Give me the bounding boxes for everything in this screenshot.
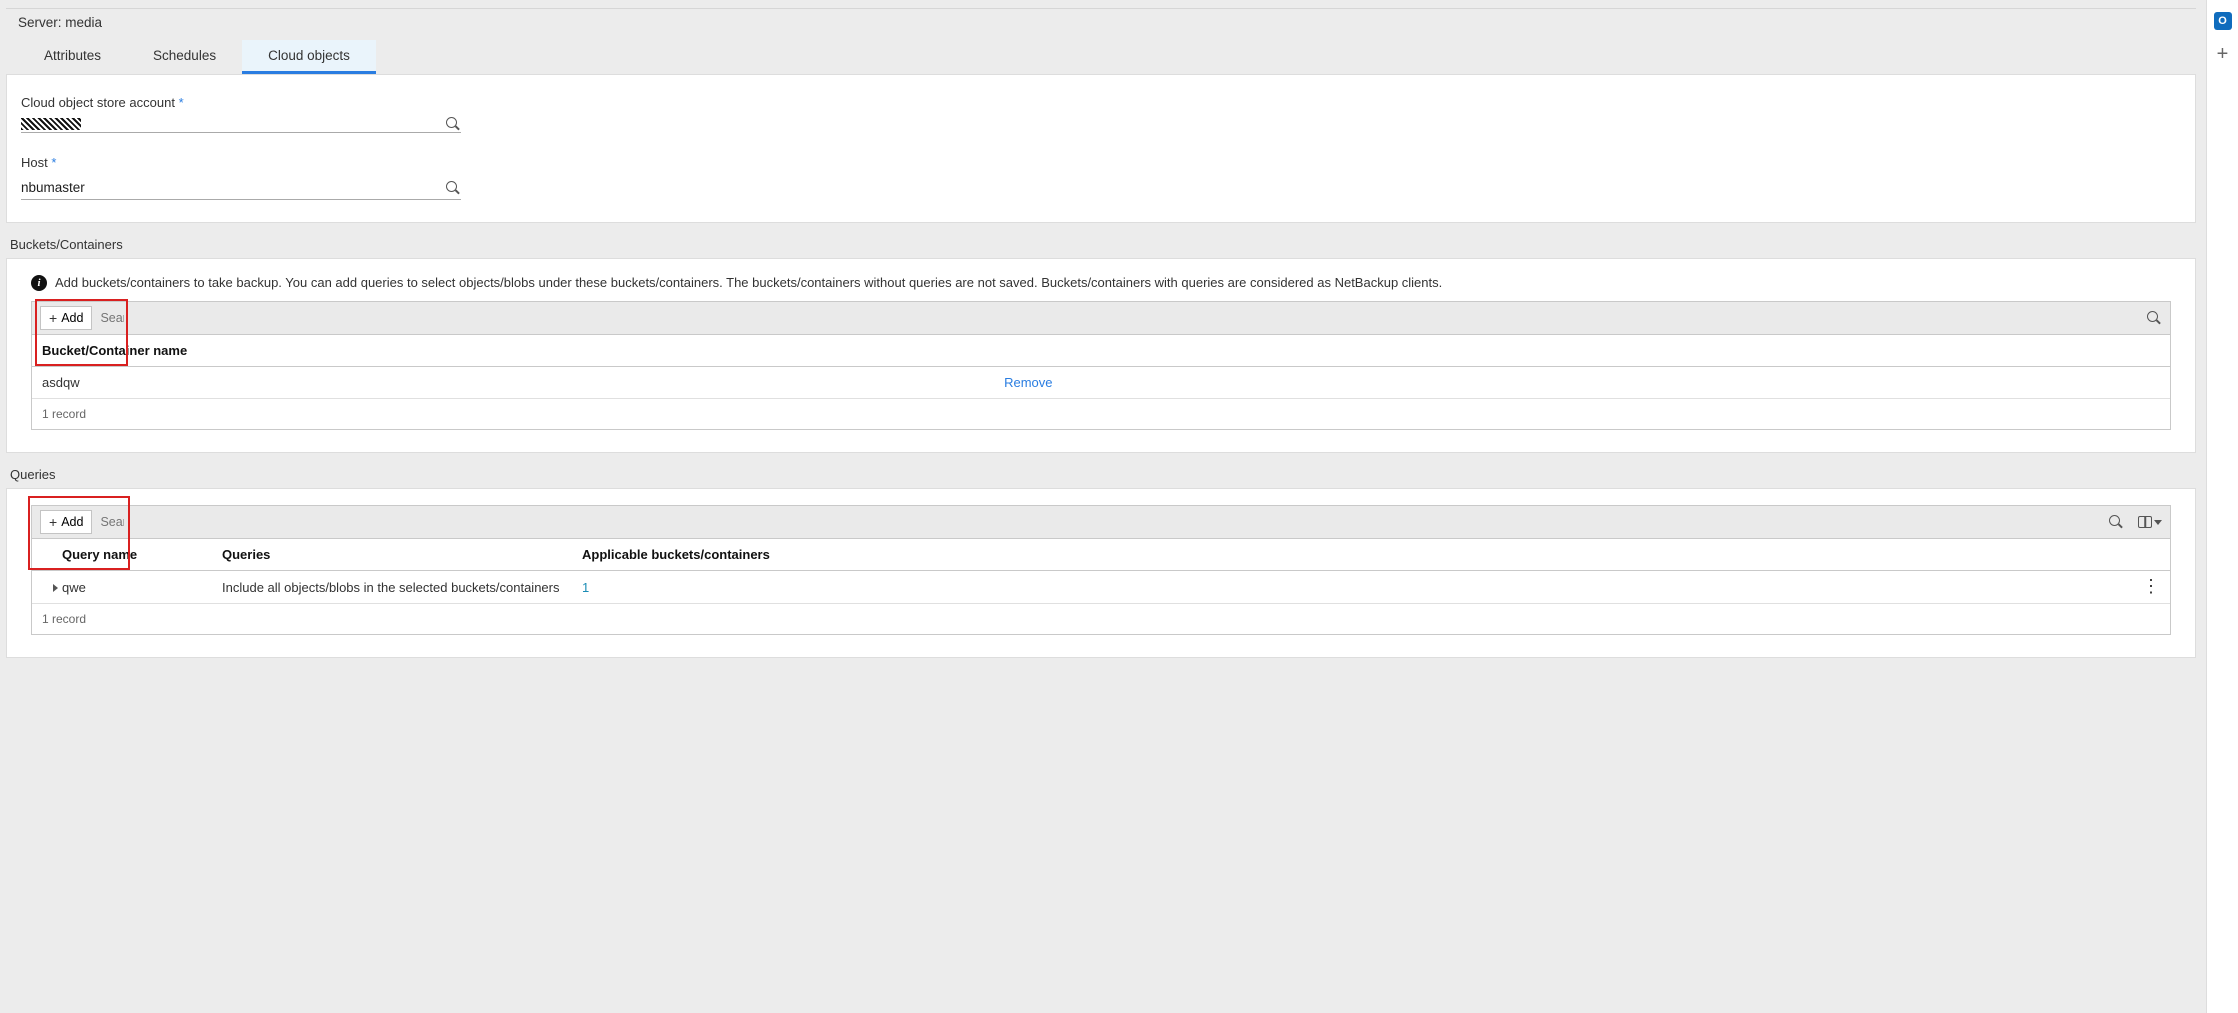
tab-attributes[interactable]: Attributes (18, 40, 127, 74)
queries-title: Queries (6, 453, 2196, 488)
outlook-icon[interactable] (2214, 12, 2232, 30)
query-name: qwe (62, 571, 212, 604)
buckets-title: Buckets/Containers (6, 223, 2196, 258)
tab-cloud-objects[interactable]: Cloud objects (242, 40, 376, 74)
search-icon (2108, 514, 2124, 530)
tab-schedules[interactable]: Schedules (127, 40, 242, 74)
buckets-panel: i Add buckets/containers to take backup.… (6, 258, 2196, 453)
chevron-right-icon[interactable] (53, 584, 58, 592)
account-input-wrap[interactable] (21, 116, 461, 133)
server-header: Server: media (6, 8, 2196, 32)
chevron-down-icon (2154, 520, 2162, 525)
queries-record-count: 1 record (32, 604, 2170, 634)
highlight-annotation (35, 299, 128, 366)
host-input-wrap[interactable] (21, 176, 461, 200)
tabs: Attributes Schedules Cloud objects (6, 40, 2196, 74)
columns-button[interactable] (2138, 516, 2162, 528)
buckets-info-text: Add buckets/containers to take backup. Y… (55, 275, 1442, 290)
buckets-header-name[interactable]: Bucket/Container name (32, 335, 994, 367)
queries-header-buckets[interactable]: Applicable buckets/containers (572, 539, 2130, 571)
queries-header-queries[interactable]: Queries (212, 539, 572, 571)
queries-search-button[interactable] (2108, 514, 2124, 530)
host-input[interactable] (21, 176, 445, 199)
queries-panel: + Add (6, 488, 2196, 658)
bucket-name: asdqw (32, 367, 994, 399)
cloud-objects-form: Cloud object store account * Host * (6, 74, 2196, 223)
host-label: Host * (21, 155, 2181, 170)
query-bucket-count[interactable]: 1 (582, 580, 589, 595)
server-name: media (65, 15, 102, 30)
row-actions-menu[interactable]: ⋮ (2142, 579, 2160, 593)
buckets-record-count: 1 record (32, 399, 2170, 429)
right-dock: + (2206, 0, 2238, 1013)
search-icon (2146, 310, 2162, 326)
query-description: Include all objects/blobs in the selecte… (212, 571, 572, 604)
server-label: Server: (18, 15, 62, 30)
columns-icon (2138, 516, 2152, 528)
info-icon: i (31, 275, 47, 291)
search-icon[interactable] (445, 180, 461, 196)
buckets-search-button[interactable] (2146, 310, 2162, 326)
buckets-table-wrap: + Add Bucket/Container name (31, 301, 2171, 430)
redacted-value (21, 118, 81, 130)
search-icon[interactable] (445, 116, 461, 132)
table-row[interactable]: asdqw Remove (32, 367, 2170, 399)
table-row[interactable]: qwe Include all objects/blobs in the sel… (32, 571, 2170, 604)
account-label: Cloud object store account * (21, 95, 2181, 110)
add-app-button[interactable]: + (2217, 44, 2229, 64)
highlight-annotation (28, 496, 130, 570)
bucket-remove-link[interactable]: Remove (1004, 375, 1052, 390)
queries-table-wrap: + Add (31, 505, 2171, 635)
